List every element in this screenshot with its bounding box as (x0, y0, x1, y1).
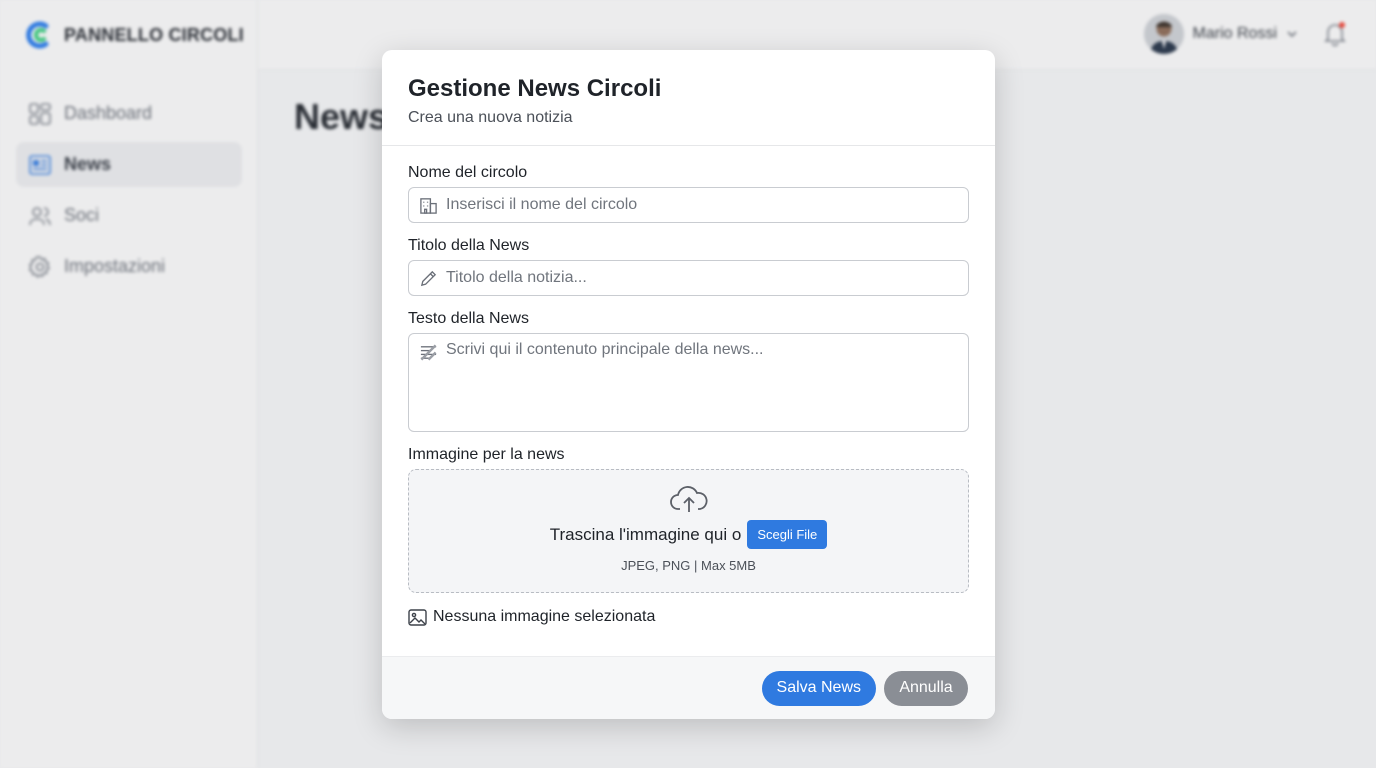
drop-text: Trascina l'immagine qui o (549, 524, 742, 544)
sidebar-item-dashboard[interactable]: Dashboard (16, 91, 242, 136)
avatar (1143, 14, 1184, 54)
brand: PANNELLO CIRCOLI (24, 20, 244, 50)
logo-icon (26, 21, 49, 49)
avatar-photo (1143, 14, 1184, 54)
building-icon (420, 198, 437, 214)
news-modal: Gestione News Circoli Crea una nuova not… (382, 50, 995, 719)
save-news-button[interactable]: Salva News (761, 670, 876, 706)
brand-name: PANNELLO CIRCOLI (64, 24, 244, 45)
image-status-text: Nessuna immagine selezionata (433, 608, 656, 625)
choose-file-button[interactable]: Scegli File (747, 520, 828, 549)
dashboard-icon (29, 102, 51, 125)
news-title-field (408, 260, 969, 296)
notification-dot (1339, 22, 1345, 28)
page-title: News (294, 96, 389, 137)
modal-title: Gestione News Circoli (408, 75, 662, 102)
user-name: Mario Rossi (1192, 25, 1277, 42)
pencil-icon (420, 270, 437, 287)
user-menu[interactable]: Mario Rossi (1143, 14, 1298, 54)
sidebar-item-soci[interactable]: Soci (16, 193, 242, 238)
news-text-label: Testo della News (408, 310, 529, 327)
sidebar-item-impostazioni[interactable]: Impostazioni (16, 244, 242, 289)
sidebar-item-label: News (64, 154, 112, 174)
drop-line: Trascina l'immagine qui o Scegli File (409, 520, 968, 549)
sidebar-item-label: Dashboard (64, 103, 153, 123)
modal-body: Nome del circolo Titolo della News Testo… (382, 146, 995, 626)
cancel-button[interactable]: Annulla (884, 670, 968, 706)
image-label: Immagine per la news (408, 446, 565, 463)
users-icon (29, 206, 51, 225)
modal-header: Gestione News Circoli Crea una nuova not… (382, 50, 995, 146)
image-icon (408, 608, 427, 626)
bell-icon[interactable] (1322, 21, 1348, 47)
image-dropzone[interactable]: Trascina l'immagine qui o Scegli File JP… (408, 469, 969, 593)
sidebar: PANNELLO CIRCOLI Dashboard News Soci Imp… (0, 0, 258, 768)
file-hint: JPEG, PNG | Max 5MB (621, 558, 756, 573)
modal-footer: Salva News Annulla (382, 656, 995, 719)
circle-name-label: Nome del circolo (408, 164, 528, 181)
news-text-field (408, 333, 969, 432)
resize-handle-icon[interactable] (419, 343, 438, 362)
news-icon (29, 154, 51, 175)
gear-icon (28, 255, 51, 278)
circle-name-field (408, 187, 969, 223)
news-text-input[interactable] (409, 334, 968, 431)
sidebar-item-label: Impostazioni (64, 256, 166, 276)
sidebar-item-label: Soci (64, 205, 100, 225)
sidebar-nav: Dashboard News Soci Impostazioni (16, 91, 242, 295)
chevron-down-icon (1287, 31, 1297, 38)
modal-subtitle: Crea una nuova notizia (408, 109, 573, 126)
news-title-label: Titolo della News (408, 237, 530, 254)
circle-name-input[interactable] (409, 188, 968, 222)
cloud-upload-icon (669, 486, 708, 512)
news-title-input[interactable] (409, 261, 968, 295)
image-status: Nessuna immagine selezionata (408, 608, 969, 626)
sidebar-item-news[interactable]: News (16, 142, 242, 187)
